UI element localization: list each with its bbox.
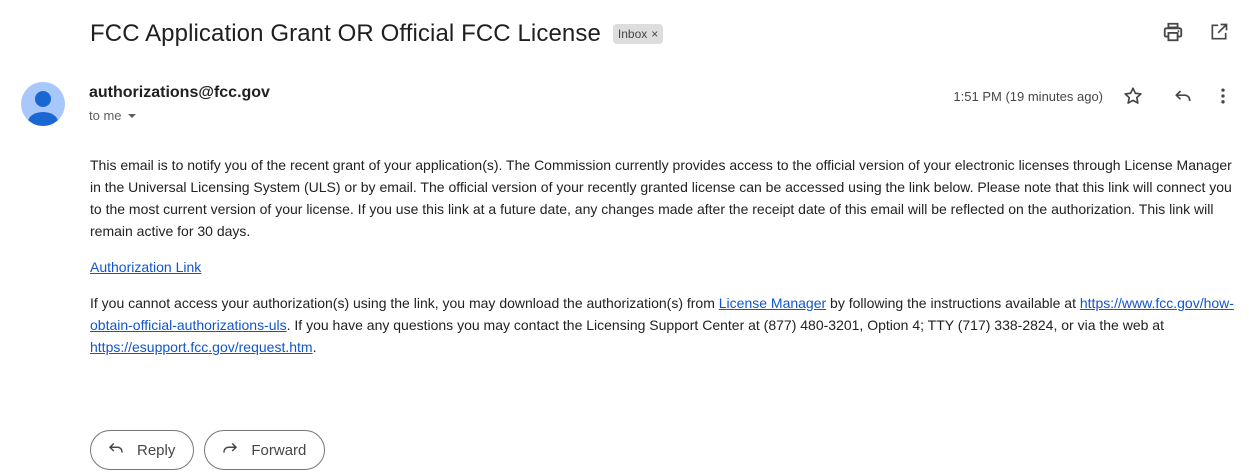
- body-text: by following the instructions available …: [826, 295, 1080, 311]
- open-in-new-window-icon[interactable]: [1207, 20, 1231, 44]
- print-icon[interactable]: [1161, 20, 1185, 44]
- recipient-text: to me: [89, 108, 122, 123]
- reply-label: Reply: [137, 441, 176, 459]
- auth-link-paragraph: Authorization Link: [90, 256, 1238, 278]
- reply-icon: [107, 439, 125, 461]
- inbox-label-chip[interactable]: Inbox ×: [612, 24, 664, 44]
- subject-row: FCC Application Grant OR Official FCC Li…: [90, 14, 1230, 54]
- forward-button[interactable]: Forward: [204, 430, 326, 470]
- remove-label-button[interactable]: ×: [651, 27, 658, 41]
- inbox-label-text: Inbox: [617, 27, 648, 41]
- esupport-link[interactable]: https://esupport.fcc.gov/request.htm: [90, 339, 313, 355]
- body-text: If you cannot access your authorization(…: [90, 295, 719, 311]
- recipient-line: to me: [89, 108, 270, 123]
- email-subject: FCC Application Grant OR Official FCC Li…: [90, 20, 601, 47]
- forward-label: Forward: [251, 441, 307, 459]
- body-paragraph-1: This email is to notify you of the recen…: [90, 157, 1232, 239]
- reply-icon[interactable]: [1171, 84, 1195, 108]
- timestamp: 1:51 PM (19 minutes ago): [953, 88, 1103, 104]
- message-meta: 1:51 PM (19 minutes ago): [953, 84, 1235, 108]
- reply-actions: Reply Forward: [90, 430, 326, 470]
- body-text: . If you have any questions you may cont…: [286, 317, 1164, 333]
- star-icon[interactable]: [1121, 84, 1145, 108]
- body-paragraph-2: If you cannot access your authorization(…: [90, 292, 1238, 358]
- authorization-link[interactable]: Authorization Link: [90, 259, 201, 275]
- thread-actions: [1161, 20, 1231, 44]
- body-text: .: [312, 339, 317, 355]
- reply-button[interactable]: Reply: [90, 430, 195, 470]
- caret-down-icon[interactable]: [127, 111, 137, 121]
- sender-address[interactable]: authorizations@fcc.gov: [89, 84, 270, 102]
- email-body: This email is to notify you of the recen…: [90, 154, 1238, 372]
- more-vert-icon[interactable]: [1211, 84, 1235, 108]
- sender-block: authorizations@fcc.gov to me: [89, 84, 270, 123]
- license-manager-link[interactable]: License Manager: [719, 295, 826, 311]
- forward-icon: [221, 439, 239, 461]
- avatar[interactable]: [21, 82, 65, 126]
